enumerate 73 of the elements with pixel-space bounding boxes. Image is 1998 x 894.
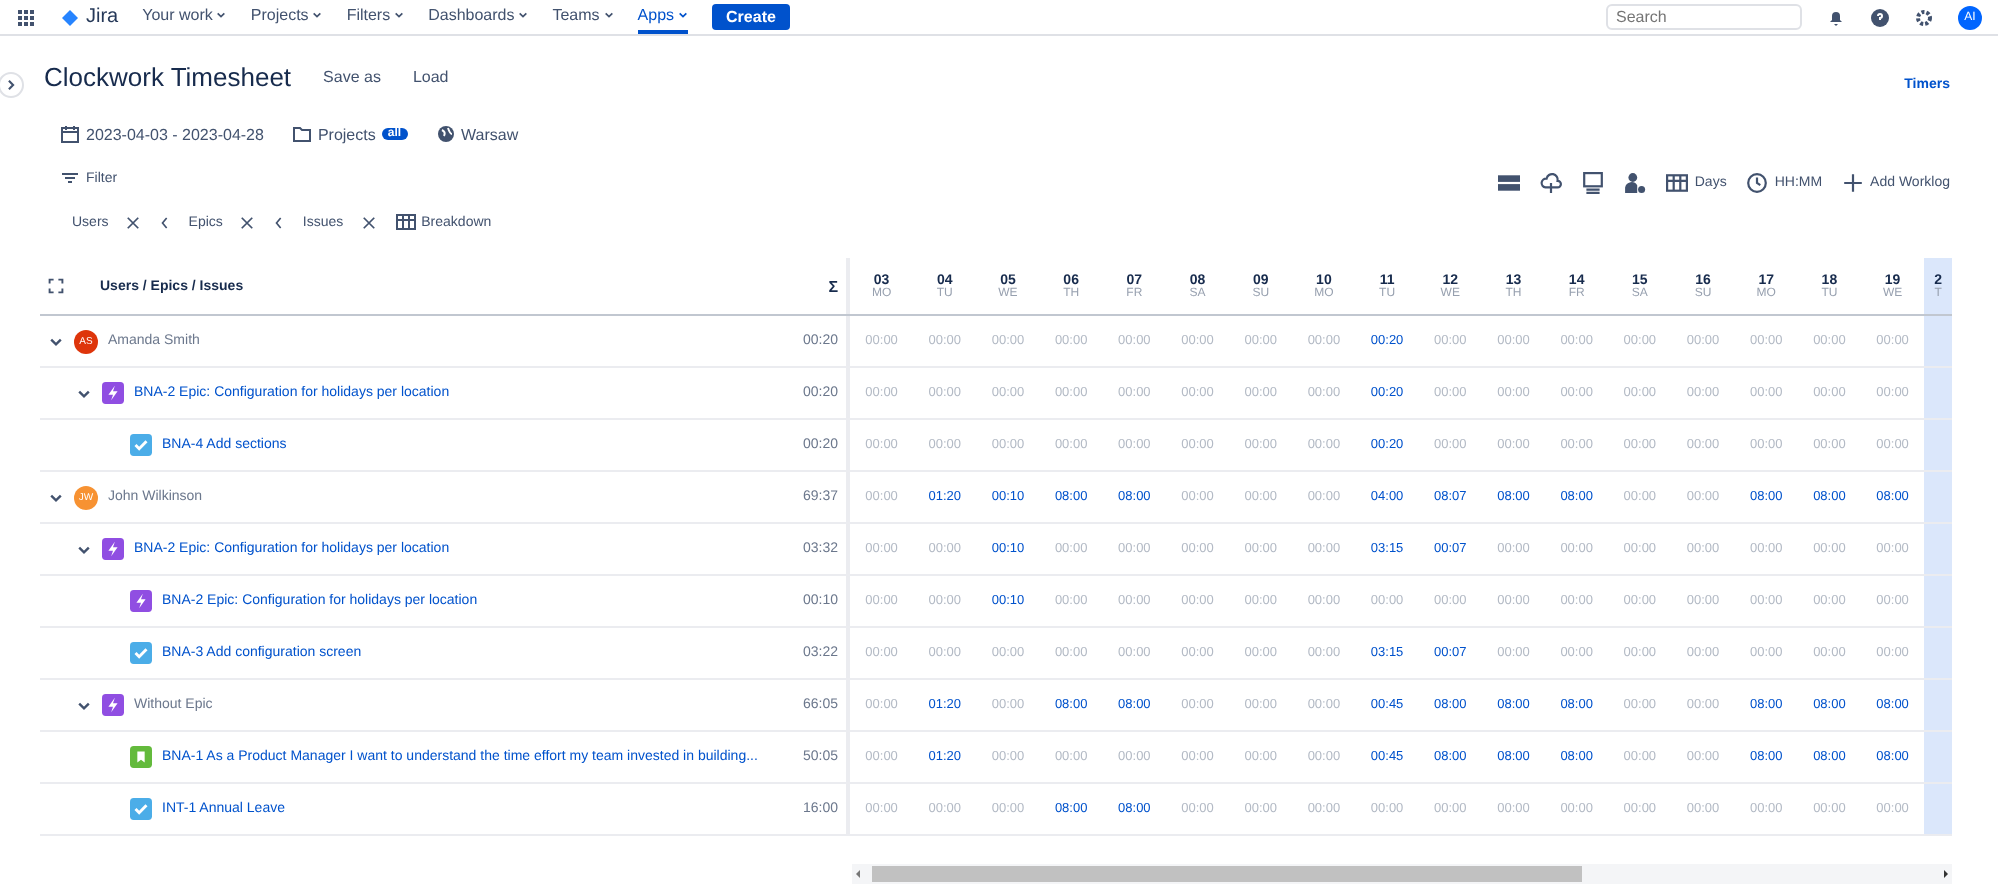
- today-column-cell: [1924, 524, 1953, 574]
- lightning-icon: [102, 538, 124, 560]
- chevron-down-icon[interactable]: [48, 333, 64, 349]
- today-column-cell: [1924, 732, 1953, 782]
- lightning-icon: [102, 382, 124, 404]
- settings-icon[interactable]: [1914, 7, 1934, 27]
- table-icon: [1666, 172, 1689, 194]
- chevron-down-icon[interactable]: [76, 385, 92, 401]
- caret-icon: [312, 8, 323, 22]
- chevron-down-icon[interactable]: [48, 489, 64, 505]
- sidebar-toggle[interactable]: [0, 72, 24, 98]
- chevron-right-icon: [4, 78, 18, 92]
- chevron-left-icon[interactable]: [160, 215, 171, 229]
- search-field[interactable]: Search: [1606, 4, 1802, 30]
- table-icon: [395, 212, 416, 232]
- nav-item[interactable]: Filters: [346, 0, 405, 34]
- create-button[interactable]: Create: [712, 4, 790, 30]
- caret-icon: [518, 8, 529, 22]
- product-name: Jira: [86, 6, 119, 28]
- user-settings-icon[interactable]: [1624, 172, 1647, 194]
- help-icon[interactable]: [1870, 7, 1890, 27]
- calendar-icon: [60, 124, 80, 144]
- lightning-icon: [102, 694, 124, 716]
- globe-icon: [435, 124, 456, 144]
- logo-icon: [60, 7, 80, 27]
- checkbox-icon: [130, 798, 152, 820]
- caret-icon: [394, 8, 405, 22]
- server-icon[interactable]: [1498, 172, 1521, 194]
- today-column-cell: [1924, 368, 1953, 418]
- plus-icon: [1842, 172, 1865, 194]
- today-column-cell: [1924, 420, 1953, 470]
- today-column-cell: [1924, 784, 1953, 834]
- filter-icon: [60, 168, 80, 188]
- nav-item[interactable]: Your work: [142, 0, 227, 34]
- expand-icon[interactable]: [48, 278, 64, 294]
- nav-item[interactable]: Projects: [250, 0, 323, 34]
- close-icon[interactable]: [361, 215, 376, 229]
- clock-icon: [1746, 172, 1769, 194]
- lightning-icon: [130, 590, 152, 612]
- today-column-cell: [1924, 576, 1953, 626]
- sum-heading: Σ: [828, 277, 838, 295]
- nav-item[interactable]: Teams: [552, 0, 614, 34]
- nav-item[interactable]: Apps: [637, 0, 689, 34]
- cloud-icon[interactable]: [1540, 172, 1563, 194]
- folder-icon: [291, 124, 312, 144]
- nav-item[interactable]: Dashboards: [428, 0, 529, 34]
- header-action[interactable]: Save as: [323, 67, 381, 85]
- monitor-icon[interactable]: [1582, 172, 1605, 194]
- chevron-down-icon[interactable]: [76, 541, 92, 557]
- timezone-picker[interactable]: Warsaw: [435, 124, 519, 144]
- chevron-down-icon[interactable]: [76, 697, 92, 713]
- today-column-cell: [1924, 680, 1953, 730]
- caret-icon: [678, 8, 689, 22]
- scrollbar-thumb[interactable]: [872, 866, 1582, 882]
- date-range-picker[interactable]: 2023-04-03 - 2023-04-28: [60, 124, 264, 144]
- bell-icon[interactable]: [1826, 7, 1846, 27]
- close-icon[interactable]: [126, 215, 141, 229]
- today-column-cell: [1924, 628, 1953, 678]
- checkbox-icon: [130, 642, 152, 664]
- scroll-right-icon[interactable]: [1940, 868, 1952, 880]
- chevron-left-icon[interactable]: [274, 215, 285, 229]
- horizontal-scrollbar[interactable]: [852, 864, 1952, 884]
- today-column-cell: [1924, 316, 1953, 366]
- app-grid-icon[interactable]: [16, 7, 36, 27]
- caret-icon: [603, 8, 614, 22]
- close-icon[interactable]: [240, 215, 255, 229]
- today-column-cell: [1924, 472, 1953, 522]
- caret-icon: [216, 8, 227, 22]
- page-title: Clockwork Timesheet: [44, 61, 292, 91]
- scroll-left-icon[interactable]: [852, 868, 864, 880]
- checkbox-icon: [130, 434, 152, 456]
- header-action[interactable]: Load: [412, 67, 449, 85]
- bookmark-icon: [130, 746, 152, 768]
